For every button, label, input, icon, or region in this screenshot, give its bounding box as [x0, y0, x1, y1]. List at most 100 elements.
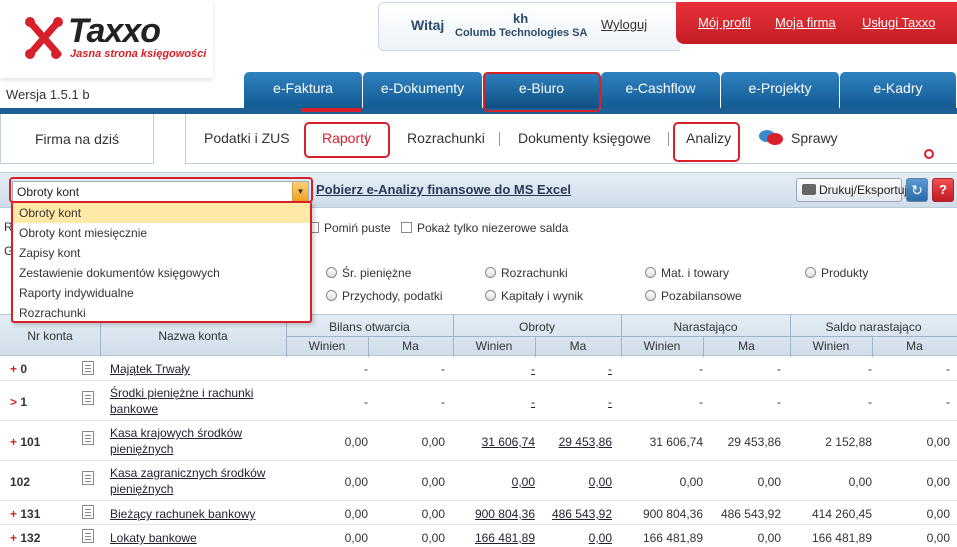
- account-name-link[interactable]: Kasa krajowych środków pieniężnych: [110, 425, 280, 457]
- account-number: + 0: [10, 362, 28, 376]
- value-link[interactable]: -: [465, 395, 535, 409]
- firma-na-dzis-button[interactable]: Firma na dziś: [0, 114, 154, 164]
- document-icon[interactable]: [82, 361, 94, 375]
- radio-circle[interactable]: [326, 267, 337, 278]
- chat-bubbles-icon: [759, 130, 783, 145]
- dropdown-option-zestawienie-dokumentow[interactable]: Zestawienie dokumentów księgowych: [13, 263, 310, 283]
- document-icon[interactable]: [82, 391, 94, 405]
- sub-winien: Winien: [308, 339, 346, 353]
- col-nazwa-konta[interactable]: Nazwa konta: [100, 329, 286, 343]
- radio-pozabilansowe[interactable]: Pozabilansowe: [645, 289, 742, 303]
- tab-e-cashflow[interactable]: e-Cashflow: [601, 72, 721, 108]
- dropdown-option-obroty-kont[interactable]: Obroty kont: [13, 203, 310, 223]
- col-nr-konta[interactable]: Nr konta: [0, 329, 100, 343]
- radio-circle[interactable]: [485, 290, 496, 301]
- value-cell: -: [364, 395, 368, 409]
- subnav-podatki[interactable]: Podatki i ZUS: [204, 130, 290, 146]
- radio-mat-towary[interactable]: Mat. i towary: [645, 266, 729, 280]
- value-link[interactable]: 31 606,74: [465, 435, 535, 449]
- document-icon[interactable]: [82, 505, 94, 519]
- account-name-link[interactable]: Lokaty bankowe: [110, 530, 280, 546]
- radio-sr-pieniezne[interactable]: Śr. pieniężne: [326, 266, 411, 280]
- value-link[interactable]: 0,00: [465, 475, 535, 489]
- tab-e-projekty[interactable]: e-Projekty: [721, 72, 840, 108]
- dropdown-option-rozrachunki[interactable]: Rozrachunki: [13, 303, 310, 323]
- refresh-button[interactable]: ↻: [906, 178, 928, 202]
- logout-link[interactable]: Wyloguj: [601, 17, 647, 32]
- subnav-sprawy[interactable]: Sprawy: [791, 130, 838, 146]
- chevron-down-icon[interactable]: ▼: [292, 182, 308, 202]
- subnav-dokumenty-ksiegowe[interactable]: Dokumenty księgowe: [518, 130, 651, 146]
- radio-rozrachunki[interactable]: Rozrachunki: [485, 266, 568, 280]
- notification-dot-icon[interactable]: [924, 149, 934, 159]
- refresh-icon: ↻: [911, 182, 923, 198]
- subnav-raporty[interactable]: Raporty: [322, 130, 371, 146]
- account-name-link[interactable]: Kasa zagranicznych środków pieniężnych: [110, 465, 280, 497]
- print-export-button[interactable]: Drukuj/Eksportuj: [796, 178, 907, 202]
- logo[interactable]: Taxxo Jasna strona księgowości: [0, 0, 213, 78]
- account-name-link[interactable]: Środki pieniężne i rachunki bankowe: [110, 385, 280, 417]
- excel-download-link[interactable]: Pobierz e-Analizy finansowe do MS Excel: [316, 182, 571, 197]
- radio-produkty[interactable]: Produkty: [805, 266, 868, 280]
- value-cell: 0,00: [848, 475, 872, 489]
- table-row[interactable]: 102 Kasa zagranicznych środków pieniężny…: [0, 461, 957, 501]
- tab-e-biuro[interactable]: e-Biuro: [483, 72, 601, 108]
- table-row[interactable]: + 131 Bieżący rachunek bankowy 0,00 0,00…: [0, 501, 957, 525]
- sub-ma: Ma: [569, 339, 587, 353]
- radio-przychody[interactable]: Przychody, podatki: [326, 289, 443, 303]
- help-button[interactable]: ?: [932, 178, 954, 202]
- value-link[interactable]: 486 543,92: [542, 507, 612, 521]
- radio-circle[interactable]: [645, 290, 656, 301]
- account-name-link[interactable]: Majątek Trwały: [110, 361, 280, 377]
- account-name-link[interactable]: Bieżący rachunek bankowy: [110, 506, 280, 522]
- table-row[interactable]: > 1 Środki pieniężne i rachunki bankowe …: [0, 381, 957, 421]
- value-cell: -: [946, 395, 950, 409]
- document-icon[interactable]: [82, 471, 94, 485]
- logo-name: Taxxo: [68, 12, 161, 50]
- skip-empty-checkbox[interactable]: Pomiń puste: [308, 221, 391, 235]
- table-row[interactable]: + 101 Kasa krajowych środków pieniężnych…: [0, 421, 957, 461]
- user-initials: kh: [513, 11, 529, 26]
- value-link[interactable]: 29 453,86: [542, 435, 612, 449]
- radio-circle[interactable]: [645, 267, 656, 278]
- value-cell: 0,00: [421, 531, 445, 545]
- user-box: Witaj kh Columb Technologies SA Wyloguj: [378, 2, 680, 51]
- tab-e-dokumenty[interactable]: e-Dokumenty: [363, 72, 483, 108]
- document-icon[interactable]: [82, 529, 94, 543]
- dropdown-option-raporty-indywidualne[interactable]: Raporty indywidualne: [13, 283, 310, 303]
- value-link[interactable]: 0,00: [542, 475, 612, 489]
- radio-label: Produkty: [821, 266, 869, 280]
- user-company: Columb Technologies SA: [455, 27, 588, 39]
- radio-kapitaly[interactable]: Kapitały i wynik: [485, 289, 583, 303]
- dropdown-option-obroty-miesiecznie[interactable]: Obroty kont miesięcznie: [13, 223, 310, 243]
- subnav-separator: [499, 132, 500, 146]
- my-company-link[interactable]: Moja firma: [775, 15, 836, 30]
- value-cell: 0,00: [344, 531, 368, 545]
- dropdown-option-zapisy-kont[interactable]: Zapisy kont: [13, 243, 310, 263]
- tab-e-kadry[interactable]: e-Kadry: [840, 72, 957, 108]
- value-link[interactable]: -: [465, 362, 535, 376]
- value-link[interactable]: -: [542, 395, 612, 409]
- subnav-analizy[interactable]: Analizy: [686, 130, 731, 146]
- taxxo-services-link[interactable]: Usługi Taxxo: [862, 15, 935, 30]
- value-link[interactable]: 900 804,36: [465, 507, 535, 521]
- value-link[interactable]: 0,00: [542, 531, 612, 545]
- value-link[interactable]: -: [542, 362, 612, 376]
- tab-e-faktura[interactable]: e-Faktura: [244, 72, 363, 108]
- radio-label: Śr. pieniężne: [342, 266, 412, 280]
- checkbox-box[interactable]: [401, 222, 412, 233]
- value-cell: 900 804,36: [642, 507, 703, 521]
- table-row[interactable]: + 0 Majątek Trwały - - - - - - - -: [0, 356, 957, 381]
- radio-circle[interactable]: [326, 290, 337, 301]
- radio-circle[interactable]: [485, 267, 496, 278]
- document-icon[interactable]: [82, 431, 94, 445]
- subnav-rozrachunki[interactable]: Rozrachunki: [407, 130, 485, 146]
- my-profile-link[interactable]: Mój profil: [698, 15, 751, 30]
- value-cell: 0,00: [421, 475, 445, 489]
- value-link[interactable]: 166 481,89: [465, 531, 535, 545]
- nonzero-balances-checkbox[interactable]: Pokaż tylko niezerowe salda: [401, 221, 568, 235]
- nonzero-balances-label: Pokaż tylko niezerowe salda: [417, 221, 569, 235]
- table-row[interactable]: + 132 Lokaty bankowe 0,00 0,00 166 481,8…: [0, 525, 957, 547]
- report-type-select[interactable]: Obroty kont ▼: [12, 181, 309, 203]
- radio-circle[interactable]: [805, 267, 816, 278]
